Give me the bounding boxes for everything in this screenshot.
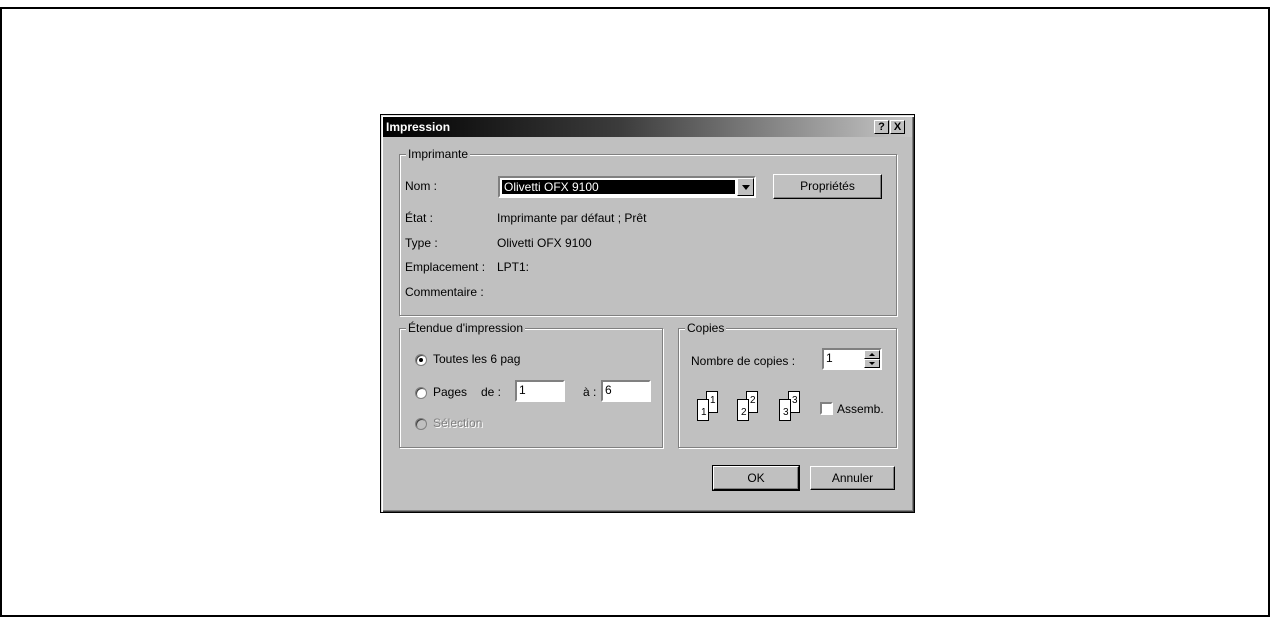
ok-button[interactable]: OK: [712, 465, 800, 491]
collate-label[interactable]: Assemb.: [837, 402, 884, 416]
page-digit: 3: [783, 407, 789, 418]
copies-spinner[interactable]: [864, 350, 880, 368]
comment-label: Commentaire :: [405, 285, 484, 299]
copies-group: Copies: [678, 321, 897, 448]
copies-count-label: Nombre de copies :: [691, 354, 796, 368]
location-value: LPT1:: [497, 260, 530, 274]
state-label: État :: [405, 211, 434, 225]
dialog-title: Impression: [386, 120, 451, 134]
location-label: Emplacement :: [405, 260, 486, 274]
type-value: Olivetti OFX 9100: [497, 236, 592, 250]
copies-group-label: Copies: [685, 321, 727, 335]
printer-name-value: Olivetti OFX 9100: [502, 180, 735, 194]
help-button[interactable]: ?: [874, 120, 889, 134]
page-digit: 2: [750, 395, 756, 406]
selection-label[interactable]: Sélection: [433, 416, 482, 430]
pages-label[interactable]: Pages: [433, 385, 467, 399]
close-button[interactable]: X: [890, 120, 905, 134]
page-front-1: 1: [697, 399, 709, 421]
printer-name-label: Nom :: [405, 179, 438, 193]
properties-button[interactable]: Propriétés: [773, 174, 882, 199]
from-label: de :: [481, 385, 502, 399]
spin-up-icon[interactable]: [864, 350, 880, 359]
spin-down-icon[interactable]: [864, 359, 880, 368]
from-page-input[interactable]: 1: [515, 380, 565, 402]
page-front-3: 3: [779, 399, 791, 421]
to-label: à :: [583, 385, 597, 399]
title-bar[interactable]: Impression ? X: [383, 117, 912, 137]
type-label: Type :: [405, 236, 438, 250]
printer-name-combo[interactable]: Olivetti OFX 9100: [498, 176, 756, 198]
radio-selection[interactable]: [415, 418, 427, 430]
page-digit: 2: [741, 407, 747, 418]
page-digit: 3: [792, 395, 798, 406]
printer-group-label: Imprimante: [406, 147, 471, 161]
chevron-down-icon[interactable]: [737, 178, 754, 196]
all-pages-label[interactable]: Toutes les 6 pag: [433, 352, 520, 366]
radio-pages[interactable]: [415, 387, 427, 399]
copies-count-value: 1: [826, 351, 833, 365]
page-digit: 1: [701, 407, 707, 418]
page-front-2: 2: [737, 399, 749, 421]
page-digit: 1: [710, 395, 716, 406]
state-value: Imprimante par défaut ; Prêt: [497, 211, 647, 225]
copies-count-input[interactable]: 1: [822, 348, 882, 370]
to-page-input[interactable]: 6: [601, 380, 651, 402]
radio-all-pages[interactable]: [415, 354, 427, 366]
print-range-group-label: Étendue d'impression: [406, 321, 526, 335]
cancel-button[interactable]: Annuler: [810, 466, 895, 490]
collate-checkbox[interactable]: [820, 402, 833, 415]
